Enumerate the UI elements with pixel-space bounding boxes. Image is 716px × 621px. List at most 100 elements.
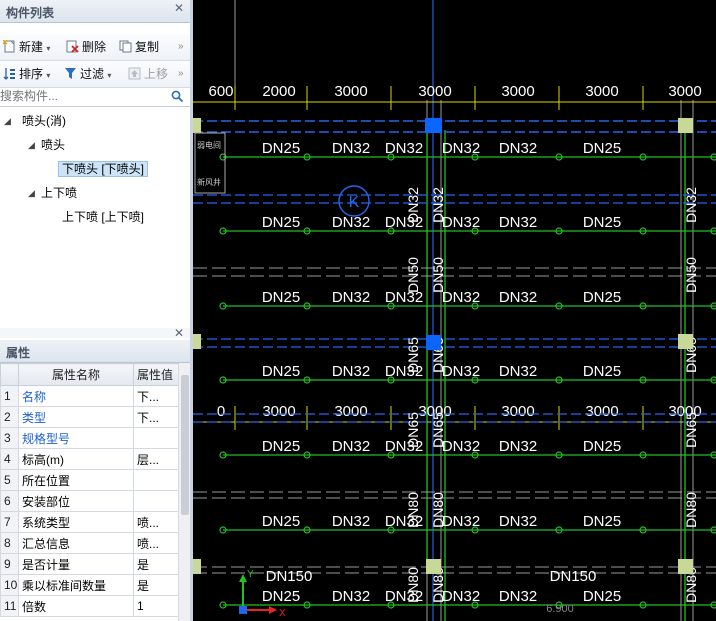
property-row[interactable]: 4 标高(m) 层...	[0, 448, 179, 470]
property-name: 是否计量	[18, 553, 134, 575]
pipe-size-label: DN25	[262, 588, 300, 605]
property-row[interactable]: 9 是否计量是	[0, 553, 179, 575]
dimension-label: 3000	[668, 83, 701, 100]
expanded-icon[interactable]: ◢	[28, 184, 35, 202]
property-value[interactable]: 层...	[133, 448, 179, 470]
property-row[interactable]: 7 系统类型 喷...	[0, 511, 179, 533]
pipe-size-label: DN25	[262, 140, 300, 157]
property-value[interactable]: 是	[133, 574, 179, 596]
property-name: 乘以标准间数量	[18, 574, 134, 596]
property-panel-topbar: ✕	[0, 326, 190, 340]
more-icon[interactable]: »	[178, 66, 184, 82]
structural-column	[193, 334, 201, 349]
component-tree: ◢ 喷头(消) ◢ 喷头 下喷头 [下喷头] ◢ 上下喷 上下喷 [上下喷]	[0, 107, 190, 325]
pipe-size-label: DN25	[262, 438, 300, 455]
property-value[interactable]: 喷...	[133, 532, 179, 554]
tree-node-sprinkler[interactable]: ◢ 喷头	[28, 136, 65, 154]
close-icon[interactable]: ✕	[174, 1, 184, 15]
property-row[interactable]: 1 名称 下...	[0, 385, 179, 407]
property-row[interactable]: 6 安装部位	[0, 490, 179, 512]
pipe-size-label: DN25	[583, 289, 621, 306]
dropdown-icon: ▾	[46, 44, 51, 53]
search-input[interactable]	[0, 89, 168, 103]
pipe-size-label: DN32	[332, 140, 370, 157]
pipe-size-label: DN25	[262, 513, 300, 530]
row-number: 10	[0, 574, 19, 596]
structural-column	[678, 559, 693, 574]
column-header-name[interactable]: 属性名称	[18, 363, 134, 386]
property-name: 名称	[18, 385, 134, 407]
dimension-label: 600	[208, 83, 233, 100]
sort-button[interactable]: 排序 ▾	[3, 66, 50, 82]
new-button[interactable]: 新建 ▾	[3, 39, 50, 55]
property-row[interactable]: 5 所在位置	[0, 469, 179, 491]
property-value[interactable]: 1	[133, 595, 179, 617]
property-value[interactable]: 下...	[133, 406, 179, 428]
tree-node-sprinkler-group[interactable]: ◢ 喷头(消)	[4, 112, 66, 130]
property-row[interactable]: 8 汇总信息 喷...	[0, 532, 179, 554]
property-value[interactable]: 是	[133, 553, 179, 575]
structural-column	[678, 118, 693, 133]
pipe-size-label: DN32	[442, 438, 480, 455]
new-icon	[3, 40, 15, 53]
property-value[interactable]	[133, 469, 179, 491]
ucs-x-label: X	[279, 608, 286, 619]
property-name: 标高(m)	[18, 448, 134, 470]
property-row[interactable]: 2 类型 下...	[0, 406, 179, 428]
ucs-x-arrow	[269, 606, 277, 614]
pipe-size-label: DN32	[499, 363, 537, 380]
row-number: 6	[0, 490, 19, 512]
row-number: 9	[0, 553, 19, 575]
structural-column	[193, 559, 201, 574]
pipe-size-label: DN32	[442, 214, 480, 231]
close-icon[interactable]: ✕	[174, 326, 184, 340]
property-value[interactable]	[133, 490, 179, 512]
ucs-y-label: Y	[247, 569, 254, 580]
structural-column	[426, 559, 441, 574]
riser-size-label: DN80	[683, 492, 699, 528]
expanded-icon[interactable]: ◢	[4, 112, 11, 130]
property-value[interactable]	[133, 427, 179, 449]
dimension-label: 3000	[501, 83, 534, 100]
cad-drawing[interactable]: 600 2000 3000 3000 3000 3000 3000 0 3000 3000 3000…	[193, 0, 716, 621]
ucs-y-arrow	[239, 574, 247, 582]
property-value[interactable]: 下...	[133, 385, 179, 407]
search-icon[interactable]	[171, 90, 184, 103]
riser-size-label: DN65	[405, 337, 421, 373]
delete-button[interactable]: 删除	[66, 39, 106, 55]
structural-column	[193, 118, 201, 133]
riser-size-label: DN65	[405, 412, 421, 448]
property-name: 所在位置	[18, 469, 134, 491]
room-label: 弱电间	[197, 140, 221, 150]
cad-drawing-canvas[interactable]: 600 2000 3000 3000 3000 3000 3000 0 3000 3000 3000…	[193, 0, 716, 621]
property-name: 倍数	[18, 595, 134, 617]
riser-size-label: DN50	[683, 257, 699, 293]
copy-button[interactable]: 复制	[119, 39, 159, 55]
dimension-label: 2000	[262, 83, 295, 100]
column-header-value[interactable]: 属性值	[133, 363, 179, 386]
property-name: 汇总信息	[18, 532, 134, 554]
property-row[interactable]: 11 倍数 1	[0, 595, 179, 617]
property-row[interactable]: 3 规格型号	[0, 427, 179, 449]
scrollbar-thumb[interactable]	[181, 375, 189, 515]
copy-icon	[119, 40, 132, 53]
filter-button[interactable]: 过滤 ▾	[64, 66, 111, 82]
expanded-icon[interactable]: ◢	[28, 136, 35, 154]
property-value[interactable]: 喷...	[133, 511, 179, 533]
riser-size-label: DN50	[430, 257, 446, 293]
grid-bubble-label: K	[349, 194, 360, 211]
more-icon[interactable]: »	[178, 39, 184, 55]
pipe-size-label: DN25	[262, 289, 300, 306]
tree-node-pendent-sprinkler[interactable]: 下喷头 [下喷头]	[58, 160, 149, 178]
dropdown-icon: ▾	[46, 71, 51, 80]
pipe-size-label: DN32	[499, 289, 537, 306]
pipe-size-label: DN32	[442, 588, 480, 605]
row-number: 3	[0, 427, 19, 449]
dimension-label: 3000	[262, 403, 295, 420]
tree-node-up-down-sprinkler[interactable]: ◢ 上下喷	[28, 184, 77, 202]
tree-node-up-down-sprinkler-item[interactable]: 上下喷 [上下喷]	[62, 208, 144, 226]
property-panel-title: 属性	[6, 346, 31, 360]
move-up-button[interactable]: 上移	[128, 66, 168, 82]
pipe-size-label: DN32	[332, 438, 370, 455]
property-row[interactable]: 10 乘以标准间数量是	[0, 574, 179, 596]
